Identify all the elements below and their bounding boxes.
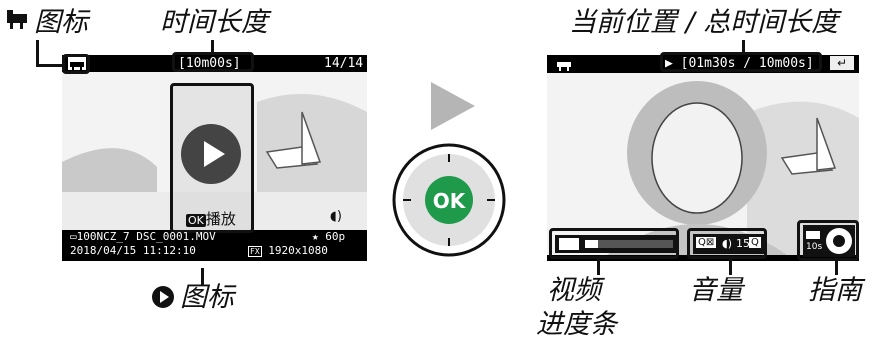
progress-highlight [549,228,679,259]
right-movie-badge [555,57,573,76]
play-label: 播放 [205,210,236,228]
play-label-group: OK 播放 [186,208,236,229]
icon-caption: 图标 [34,7,88,38]
left-playback-screen: [10m00s] 14/14 OK 播放 ◖) ▭100NCZ_7 DSC_000… [62,55,367,261]
resolution: 1920x1080 [268,244,328,257]
position-caption: 当前位置 / 总时间长度 [569,7,839,38]
volume-highlight [687,228,767,259]
frame-rate: ★ 60p [312,230,346,243]
length-highlight [172,52,254,72]
ok-badge: OK [186,214,206,227]
play-caption: 图标 [180,282,234,313]
volume-caption: 音量 [689,275,743,306]
folder-line: ▭100NCZ_7 DSC_0001.MOV [70,230,216,243]
movie-icon-highlight [62,54,90,74]
guide-highlight [797,220,859,261]
progress-caption-2: 进度条 [536,309,617,340]
size-line: FX 1920x1080 [248,244,328,257]
play-caption-icon [152,286,174,308]
position-highlight [660,52,822,72]
back-icon[interactable]: ↵ [830,56,854,70]
progress-caption-1: 视频 [547,275,601,306]
length-caption: 时间长度 [160,7,268,38]
play-icon[interactable] [181,124,241,184]
speaker-icon: ◖) [330,209,342,224]
movie-icon [5,8,29,37]
frame-counter: 14/14 [324,56,364,71]
datetime: 2018/04/15 11:12:10 [70,244,196,257]
guide-caption: 指南 [808,275,862,306]
size-badge: FX [248,246,262,257]
ok-button-label[interactable]: OK [427,189,471,213]
arrow-right-icon [431,82,475,134]
